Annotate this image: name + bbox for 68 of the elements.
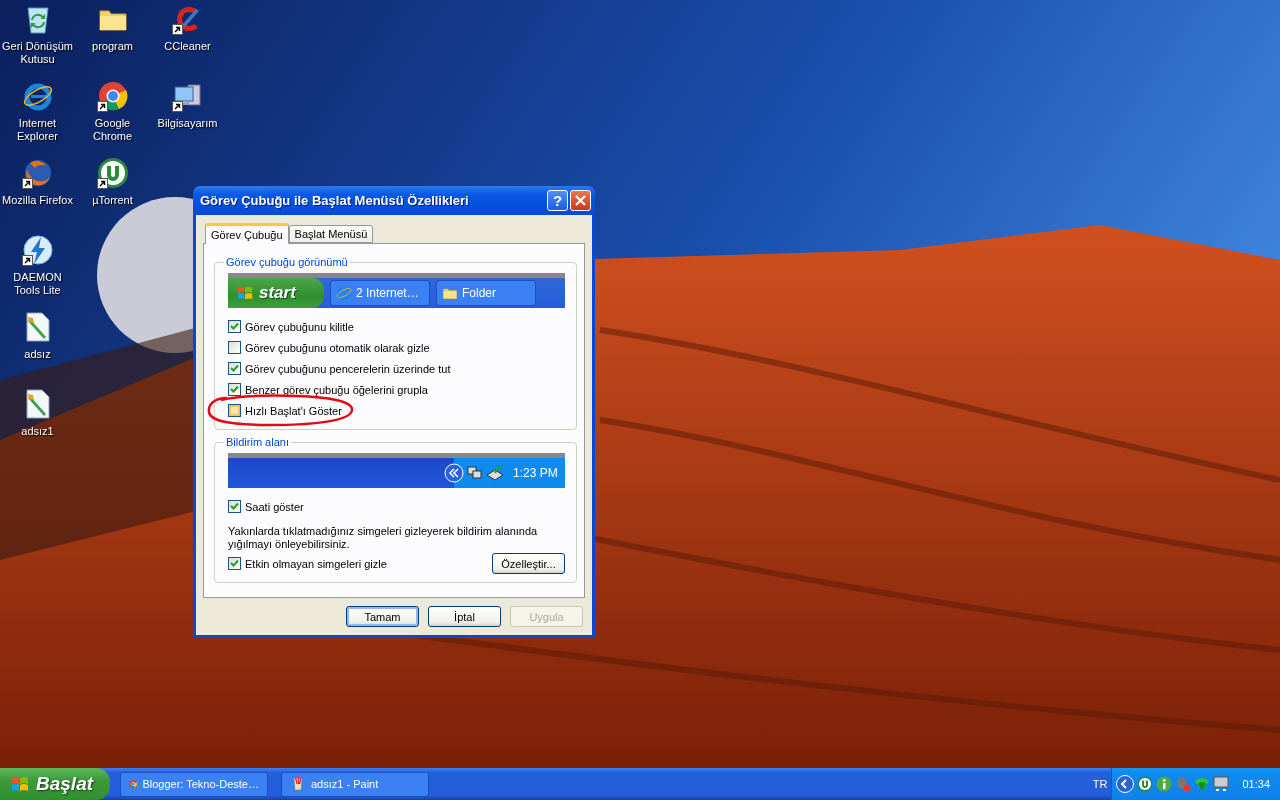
shortcut-arrow-icon: [96, 178, 108, 189]
customize-button[interactable]: Özelleştir...: [492, 553, 565, 574]
task-label: Folder: [462, 286, 496, 300]
description-text: Yakınlarda tıklatmadığınız simgeleri gizleyerek bildirim alanında yığılmayı önleyebilirsiniz.: [228, 525, 539, 551]
check-mark-icon: [230, 364, 239, 373]
checkbox-label[interactable]: Görev çubuğunu pencerelerin üzerinde tut: [245, 362, 451, 375]
icon-label: Bilgisayarım: [157, 117, 218, 130]
monitor-icon[interactable]: [1213, 776, 1230, 792]
checkbox[interactable]: [228, 362, 241, 375]
group-title: Görev çubuğu görünümü: [225, 256, 349, 268]
clock-preview: 1:23 PM: [513, 466, 558, 480]
checkbox-label[interactable]: Hızlı Başlat'ı Göster: [245, 404, 342, 417]
icon-label: CCleaner: [164, 40, 211, 53]
device-icon: [486, 465, 504, 481]
icon-label: DAEMON Tools Lite: [12, 271, 63, 297]
taskbar-button[interactable]: adsız1 - Paint: [281, 771, 429, 797]
windows-logo-icon: [10, 774, 30, 794]
check-mark-icon: [230, 559, 239, 568]
checkbox[interactable]: [228, 404, 241, 417]
checkbox[interactable]: [228, 557, 241, 570]
group-title: Bildirim alanı: [225, 436, 290, 448]
info-icon[interactable]: [1156, 776, 1173, 792]
dialog-button[interactable]: Tamam: [346, 606, 419, 627]
close-button[interactable]: [570, 190, 591, 211]
check-mark-icon: [230, 385, 239, 394]
tab[interactable]: Görev Çubuğu: [205, 223, 289, 244]
check-mark-icon: [230, 322, 239, 331]
window-title: Görev Çubuğu ile Başlat Menüsü Özellikleri: [200, 193, 470, 208]
icon-label: Internet Explorer: [16, 117, 59, 143]
chevron-icon[interactable]: [1116, 775, 1135, 793]
checkbox-label[interactable]: Benzer görev çubuğu öğelerini grupla: [245, 383, 428, 396]
shortcut-arrow-icon: [21, 178, 33, 189]
task-label: 2 Internet…: [356, 286, 419, 300]
icon-label: adsız1: [21, 425, 54, 438]
clock: 01:34: [1242, 778, 1270, 790]
paint-icon: [290, 776, 306, 792]
dialog-button[interactable]: İptal: [428, 606, 501, 627]
icon-label: µTorrent: [92, 194, 133, 207]
checkbox[interactable]: [228, 320, 241, 333]
shortcut-arrow-icon: [171, 101, 183, 112]
checkbox[interactable]: [228, 341, 241, 354]
checkbox[interactable]: [228, 383, 241, 396]
icon-label: Google Chrome: [91, 117, 134, 143]
checkbox-label[interactable]: Görev çubuğunu otomatik olarak gizle: [245, 341, 430, 354]
icon-label: adsız: [24, 348, 51, 361]
language-indicator[interactable]: TR: [1092, 778, 1108, 790]
windows-logo-icon: [236, 284, 254, 302]
close-icon: [575, 195, 586, 206]
shortcut-arrow-icon: [21, 255, 33, 266]
folder-icon: [442, 285, 458, 301]
checkbox-label[interactable]: Etkin olmayan simgeleri gizle: [245, 557, 387, 570]
taskbar-button[interactable]: Blogger: Tekno-Deste…: [120, 771, 268, 797]
help-button[interactable]: ?: [547, 190, 568, 211]
checkbox[interactable]: [228, 500, 241, 513]
checkbox-label[interactable]: Saati göster: [245, 500, 304, 513]
checkbox-label[interactable]: Görev çubuğunu kilitle: [245, 320, 354, 333]
icon-label: Mozilla Firefox: [2, 194, 73, 207]
chevron-icon: [444, 463, 464, 483]
check-mark-icon: [230, 502, 239, 511]
shortcut-arrow-icon: [171, 24, 183, 35]
icon-label: Geri Dönüşüm Kutusu: [1, 40, 74, 66]
ie-icon: [336, 285, 352, 301]
icon-label: program: [92, 40, 133, 53]
shortcut-arrow-icon: [96, 101, 108, 112]
tab[interactable]: Başlat Menüsü: [288, 225, 374, 243]
network-icon: [467, 465, 483, 481]
start-label: start: [259, 283, 296, 303]
start-button[interactable]: Başlat: [0, 768, 110, 800]
